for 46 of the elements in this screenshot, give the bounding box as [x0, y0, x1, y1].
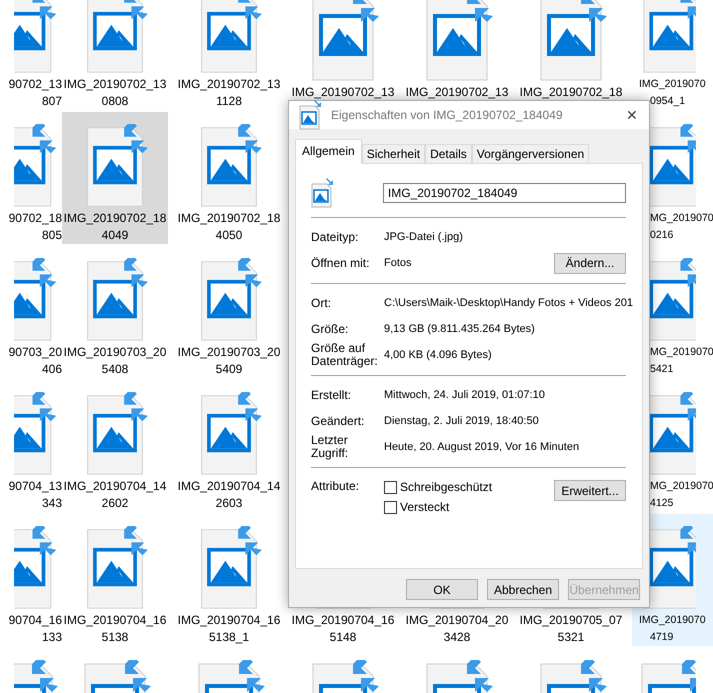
file-name: IMG_20190702_13: [292, 84, 394, 101]
file-name: 90702_18 805: [8, 210, 62, 244]
checkbox-label: Versteckt: [400, 500, 450, 514]
file-name: IMG_20190702_13: [406, 84, 508, 101]
property-value: Dienstag, 2. Juli 2019, 18:40:50: [384, 415, 540, 427]
property-label: Erstellt:: [311, 388, 352, 402]
file-name: IMG_20190704_16 5148: [292, 612, 394, 646]
file-name: MG_2019070 5421: [649, 345, 713, 377]
file-name: IMG_20190702_18 4049: [64, 210, 166, 244]
file-name: IMG_2019070 4719: [638, 613, 706, 645]
file-name: IMG_20190702_13 1128: [178, 76, 280, 110]
property-value: Heute, 20. August 2019, Vor 16 Minuten: [384, 441, 580, 453]
file-name: IMG_20190703_20 5408: [64, 344, 166, 378]
file-name: IMG_20190704_16 5138: [64, 612, 166, 646]
file-name: IMG_20190702_13 0808: [64, 76, 166, 110]
property-label: Geändert:: [311, 414, 366, 428]
property-value: 9,13 GB (9.811.435.264 Bytes): [384, 323, 536, 335]
file-name: IMG_20190703_20 5409: [178, 344, 280, 378]
file-name: MG_2019070 4125: [649, 479, 713, 511]
property-value: JPG-Datei (.jpg): [384, 231, 464, 243]
file-name: IMG_20190705_07 5321: [520, 612, 622, 646]
property-label: Größe auf Datenträger:: [311, 342, 379, 368]
property-label: Attribute:: [311, 480, 360, 493]
file-name: IMG_20190702_18 4050: [178, 210, 280, 244]
file-name: IMG_20190704_14 2603: [178, 478, 280, 512]
file-name: IMG_20190704_20 3428: [406, 612, 508, 646]
property-label: Letzter Zugriff:: [311, 434, 350, 460]
checkbox-label: Schreibgeschützt: [400, 480, 492, 494]
property-value: 4,00 KB (4.096 Bytes): [384, 349, 493, 361]
property-label: Öffnen mit:: [311, 256, 370, 270]
file-name: 90704_16 133: [8, 612, 62, 646]
file-name: IMG_20190704_14 2602: [64, 478, 166, 512]
property-label: Ort:: [311, 296, 332, 310]
file-name: 90703_20 406: [8, 344, 62, 378]
file-name: IMG_20190702_18: [520, 84, 622, 101]
property-label: Dateityp:: [311, 230, 360, 244]
file-name: 90704_13 343: [8, 478, 62, 512]
property-value: C:\Users\Maik-\Desktop\Handy Fotos + Videos 201: [384, 297, 633, 309]
property-value: Mittwoch, 24. Juli 2019, 01:07:10: [384, 389, 546, 401]
file-name: IMG_20190704_16 5138_1: [178, 612, 280, 646]
file-name: 90702_13 807: [8, 76, 62, 110]
file-name: IMG_2019070 0954_1: [638, 77, 706, 109]
window-title: Eigenschaften von IMG_20190702_184049: [331, 108, 564, 122]
property-label: Größe:: [311, 322, 350, 336]
property-value: Fotos: [384, 257, 413, 269]
file-name: MG_2019070 0216: [649, 211, 713, 243]
